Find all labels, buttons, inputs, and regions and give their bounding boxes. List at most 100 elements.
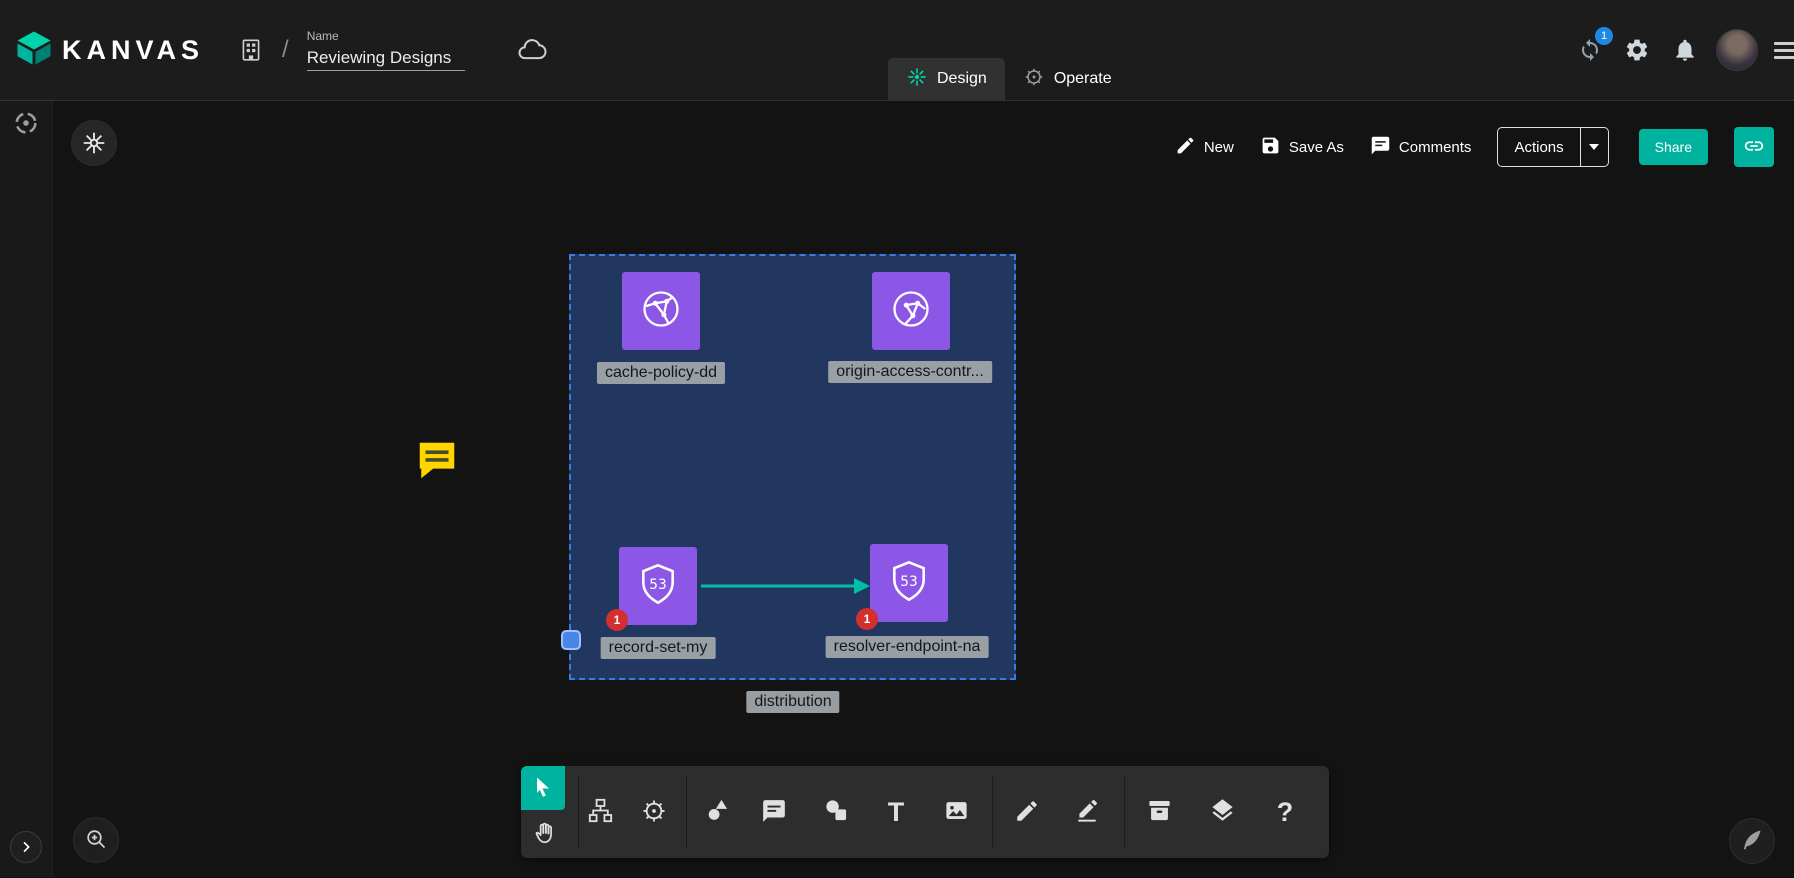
save-as-button[interactable]: Save As (1260, 135, 1344, 160)
expand-sidebar-button[interactable] (10, 831, 42, 863)
quill-pen-button[interactable] (1729, 818, 1775, 864)
header-actions: 1 (1574, 0, 1794, 100)
operate-mode-icon (1023, 66, 1045, 93)
chevron-down-icon (1589, 144, 1599, 150)
layers-icon (1209, 797, 1236, 827)
tool-archive-button[interactable] (1135, 788, 1183, 836)
tool-layers-button[interactable] (1198, 788, 1246, 836)
text-tool-icon: T (888, 797, 905, 828)
group-label-distribution[interactable]: distribution (746, 691, 839, 713)
tool-relationships-button[interactable] (576, 788, 624, 836)
alert-badge-record-set[interactable]: 1 (606, 609, 628, 631)
organization-icon[interactable] (234, 33, 268, 67)
node-label-origin-access[interactable]: origin-access-contr... (828, 361, 992, 383)
zoom-in-icon (84, 827, 108, 854)
node-label-cache-policy[interactable]: cache-policy-dd (597, 362, 725, 384)
kanvas-logo-icon (16, 30, 52, 71)
comments-button[interactable]: Comments (1370, 135, 1472, 160)
node-cache-policy[interactable] (622, 272, 700, 350)
design-name-field: Name (307, 29, 465, 71)
helm-wheel-icon (640, 797, 668, 828)
rail-logo-icon[interactable] (12, 109, 40, 142)
app-header: KANVAS / Name (0, 0, 1794, 100)
pencil-icon (1175, 135, 1196, 160)
tool-edit-button[interactable] (1003, 788, 1051, 836)
tool-comment-button[interactable] (750, 788, 798, 836)
sitemap-icon (587, 797, 614, 827)
kanvas-logo[interactable]: KANVAS (16, 30, 204, 71)
pen-signature-icon (1074, 798, 1100, 827)
hand-icon (532, 820, 558, 849)
canvas-action-bar: New Save As Comments Actions (1175, 127, 1774, 167)
node-label-resolver-endpoint[interactable]: resolver-endpoint-na (826, 636, 989, 658)
route53-shield-icon: 53 (636, 562, 680, 611)
notification-count-badge: 1 (1595, 27, 1613, 45)
cloudfront-globe-icon (638, 286, 684, 337)
canvas-comment-marker[interactable] (414, 437, 460, 488)
toolbar-divider (686, 776, 687, 848)
cursor-arrow-icon (531, 775, 555, 802)
alert-badge-resolver-endpoint[interactable]: 1 (856, 608, 878, 630)
menu-icon[interactable] (1772, 36, 1794, 65)
copy-link-button[interactable] (1734, 127, 1774, 167)
tab-operate-label: Operate (1054, 70, 1112, 88)
left-rail (0, 101, 53, 877)
tool-help-button[interactable]: ? (1261, 788, 1309, 836)
shapes-icon (704, 797, 731, 827)
actions-label: Actions (1514, 139, 1563, 156)
group-selection-handle[interactable] (561, 630, 581, 650)
node-origin-access[interactable] (872, 272, 950, 350)
design-name-label: Name (307, 29, 465, 43)
toolbar-divider (992, 776, 993, 848)
save-icon (1260, 135, 1281, 160)
cloud-sync-icon[interactable] (513, 31, 551, 69)
route53-shield-icon: 53 (887, 559, 931, 608)
svg-text:53: 53 (900, 573, 918, 589)
new-button[interactable]: New (1175, 135, 1234, 160)
node-label-record-set[interactable]: record-set-my (601, 637, 716, 659)
tool-draw-button[interactable] (1063, 788, 1111, 836)
node-record-set[interactable]: 53 (619, 547, 697, 625)
settings-gear-icon[interactable] (1620, 33, 1654, 67)
pan-hand-tool-button[interactable] (527, 816, 563, 852)
toolbar-divider (1124, 776, 1125, 848)
edit-pencil-icon (1014, 798, 1040, 827)
bottom-toolbar: T (521, 766, 1329, 858)
tool-image-button[interactable] (932, 788, 980, 836)
tool-kubernetes-button[interactable] (630, 788, 678, 836)
shapes-cluster-icon (823, 797, 850, 827)
tool-media-shapes-button[interactable] (812, 788, 860, 836)
snowflake-menu-button[interactable] (71, 120, 117, 166)
tool-text-button[interactable]: T (872, 788, 920, 836)
cloudfront-globe-icon (888, 286, 934, 337)
share-button[interactable]: Share (1639, 129, 1708, 165)
node-resolver-endpoint[interactable]: 53 (870, 544, 948, 622)
tab-operate[interactable]: Operate (1005, 58, 1130, 100)
share-label: Share (1655, 139, 1692, 155)
actions-caret-button[interactable] (1580, 128, 1608, 166)
notifications-bell-icon[interactable] (1668, 33, 1702, 67)
breadcrumb-separator: / (282, 36, 289, 64)
link-icon (1743, 135, 1765, 160)
new-label: New (1204, 139, 1234, 156)
comment-bubble-icon (761, 798, 787, 827)
actions-button[interactable]: Actions (1498, 128, 1579, 166)
help-icon: ? (1277, 797, 1294, 828)
mode-tabs: Design Operate (888, 58, 1130, 100)
svg-text:53: 53 (649, 576, 667, 592)
design-name-input[interactable] (307, 46, 465, 71)
design-canvas[interactable]: New Save As Comments Actions (0, 100, 1794, 877)
comments-label: Comments (1399, 139, 1472, 156)
select-tool-button[interactable] (521, 766, 565, 810)
zoom-button[interactable] (73, 817, 119, 863)
quill-icon (1740, 828, 1764, 855)
tab-design[interactable]: Design (888, 58, 1005, 100)
tab-design-label: Design (937, 70, 987, 88)
comment-icon (1370, 135, 1391, 160)
design-mode-icon (906, 66, 928, 93)
archive-drawer-icon (1146, 797, 1173, 827)
tool-shapes-button[interactable] (693, 788, 741, 836)
save-as-label: Save As (1289, 139, 1344, 156)
user-avatar[interactable] (1716, 29, 1758, 71)
connections-button[interactable]: 1 (1574, 34, 1606, 66)
